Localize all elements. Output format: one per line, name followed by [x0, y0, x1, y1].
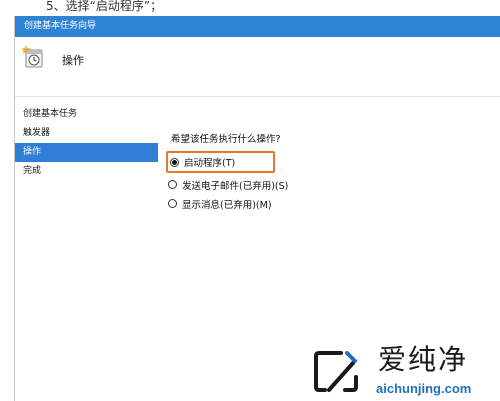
step-caption: 5、选择“启动程序”； — [46, 0, 163, 13]
watermark-brand: 爱纯净 — [378, 343, 469, 376]
action-options: 启动程序(T) 发送电子邮件(已弃用)(S) 显示消息(已弃用)(M) — [166, 151, 426, 213]
option-start-program[interactable]: 启动程序(T) — [166, 151, 275, 173]
option-display-message[interactable]: 显示消息(已弃用)(M) — [166, 194, 426, 213]
action-question: 希望该任务执行什么操作? — [171, 134, 281, 145]
sidebar-item-trigger[interactable]: 触发器 — [15, 124, 160, 143]
page-title: 操作 — [62, 54, 84, 67]
watermark-logo-icon — [314, 351, 358, 392]
wizard-step-list: 创建基本任务 触发器 操作 完成 — [15, 105, 160, 181]
radio-send-email[interactable] — [168, 180, 177, 189]
option-label: 启动程序(T) — [184, 158, 236, 169]
watermark: 爱纯净 aichunjing.com — [303, 343, 500, 401]
radio-display-message[interactable] — [168, 199, 177, 208]
sidebar-item-finish[interactable]: 完成 — [15, 162, 160, 181]
option-send-email[interactable]: 发送电子邮件(已弃用)(S) — [166, 175, 426, 194]
sidebar-item-action[interactable]: 操作 — [15, 143, 158, 162]
radio-selected-dot — [172, 159, 177, 165]
option-label: 发送电子邮件(已弃用)(S) — [182, 180, 289, 192]
sidebar-item-create-basic-task[interactable]: 创建基本任务 — [15, 105, 160, 124]
radio-start-program[interactable] — [170, 157, 179, 167]
task-scheduler-icon — [22, 45, 43, 68]
window-title[interactable]: 创建基本任务向导 — [15, 16, 500, 37]
option-label: 显示消息(已弃用)(M) — [182, 199, 272, 211]
wizard-header: 操作 — [15, 37, 500, 97]
watermark-url: aichunjing.com — [376, 381, 472, 396]
